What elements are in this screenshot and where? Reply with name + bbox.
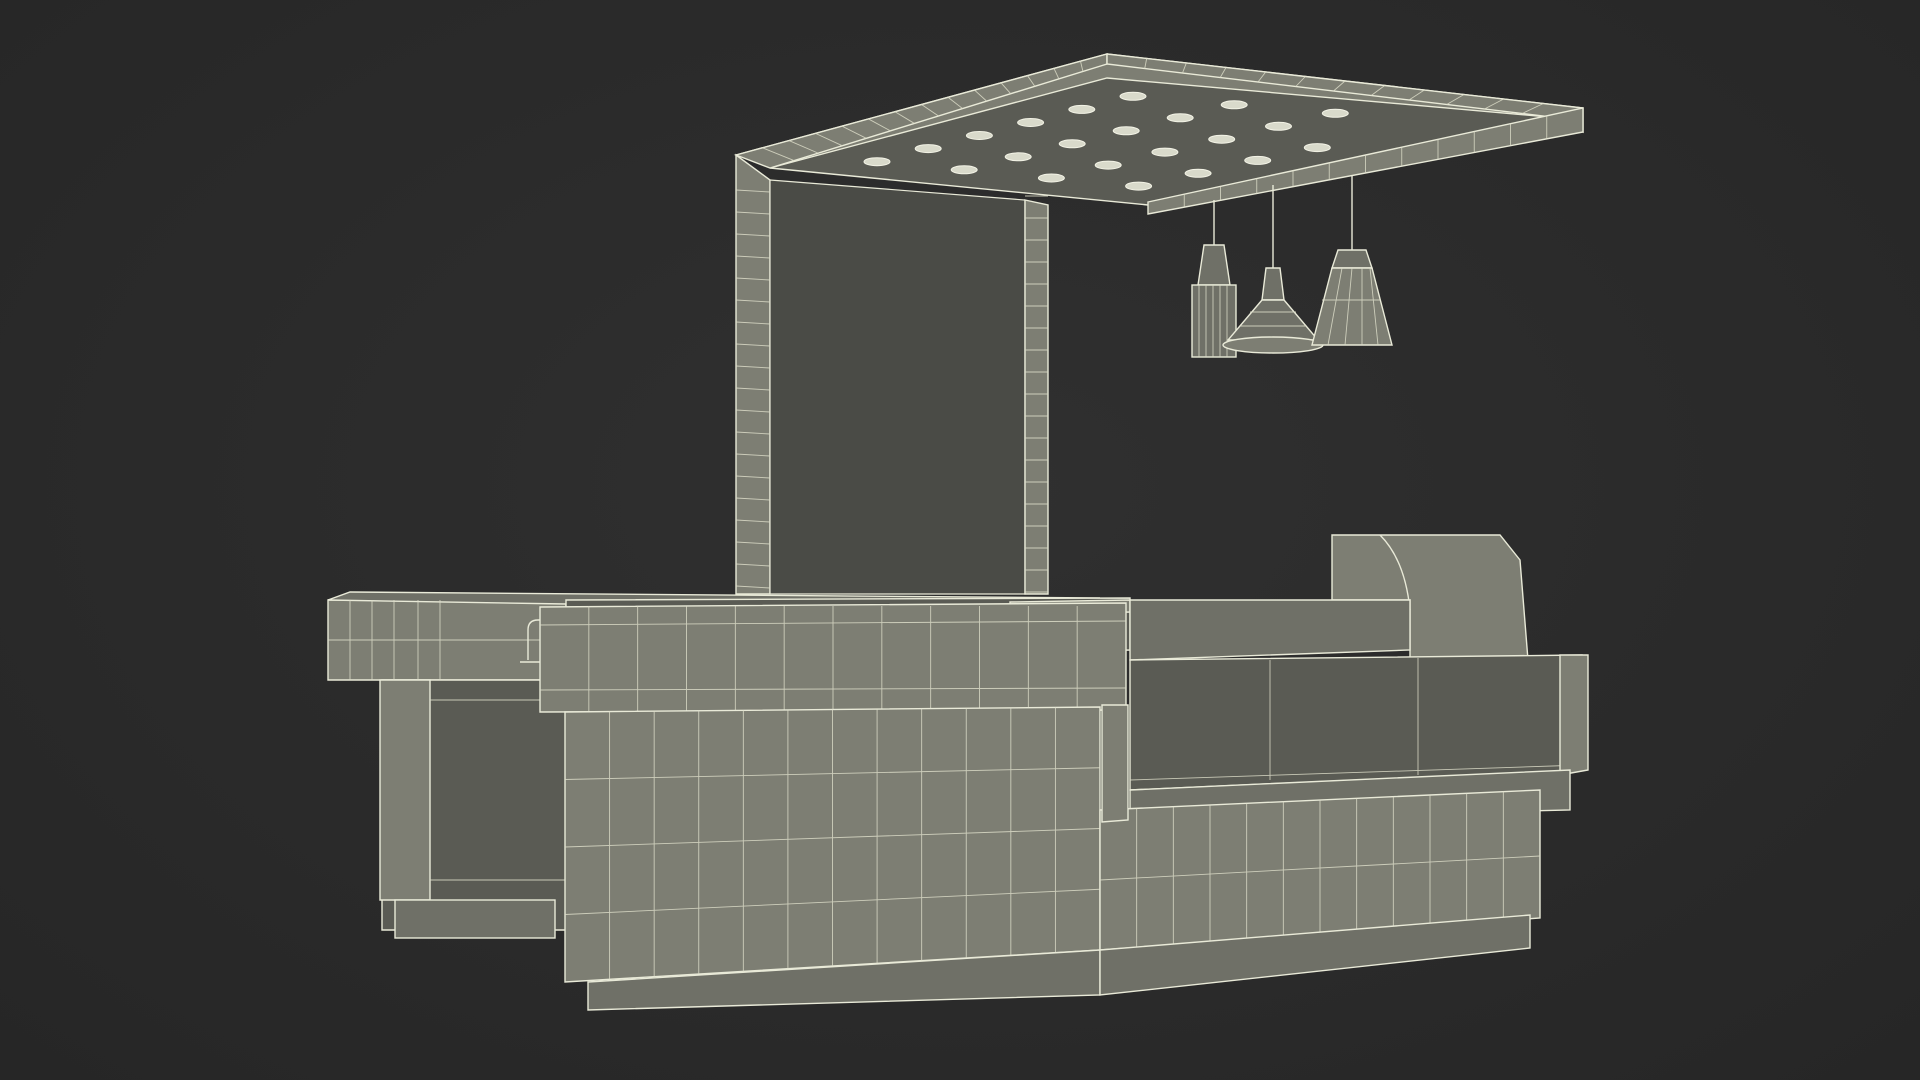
ceiling-light bbox=[1017, 118, 1045, 127]
ceiling-light bbox=[1058, 139, 1086, 149]
ceiling-light bbox=[1265, 121, 1292, 131]
ceiling-light bbox=[1119, 91, 1147, 101]
ceiling-light bbox=[965, 131, 993, 140]
pendant-lamp-middle bbox=[1222, 185, 1324, 354]
ceiling-light bbox=[1151, 147, 1179, 157]
ceiling-light bbox=[1220, 100, 1248, 110]
ceiling-light bbox=[1303, 143, 1331, 153]
ceiling-light bbox=[1208, 134, 1236, 144]
pendant-lamp-left bbox=[1191, 200, 1237, 358]
ceiling-light bbox=[1184, 168, 1212, 178]
pendant-lamp-right bbox=[1311, 175, 1393, 346]
back-column bbox=[735, 153, 1049, 595]
pendant-lamps bbox=[1191, 175, 1393, 358]
ceiling-light bbox=[1094, 160, 1122, 170]
ceiling-light bbox=[1244, 155, 1272, 165]
ceiling-light bbox=[950, 165, 978, 175]
ceiling-light bbox=[1166, 113, 1194, 123]
ceiling-light bbox=[1068, 104, 1096, 114]
ceiling-light bbox=[863, 157, 891, 167]
ceiling-light bbox=[1004, 152, 1032, 162]
display-case bbox=[1129, 534, 1589, 821]
ceiling-light bbox=[1321, 108, 1349, 118]
ceiling-light bbox=[1037, 173, 1065, 183]
ceiling-light bbox=[1125, 181, 1153, 191]
wireframe-kiosk-render bbox=[0, 0, 1920, 1080]
kiosk-model bbox=[327, 53, 1589, 1011]
ceiling-light bbox=[1112, 126, 1140, 136]
ceiling-light bbox=[914, 144, 942, 154]
